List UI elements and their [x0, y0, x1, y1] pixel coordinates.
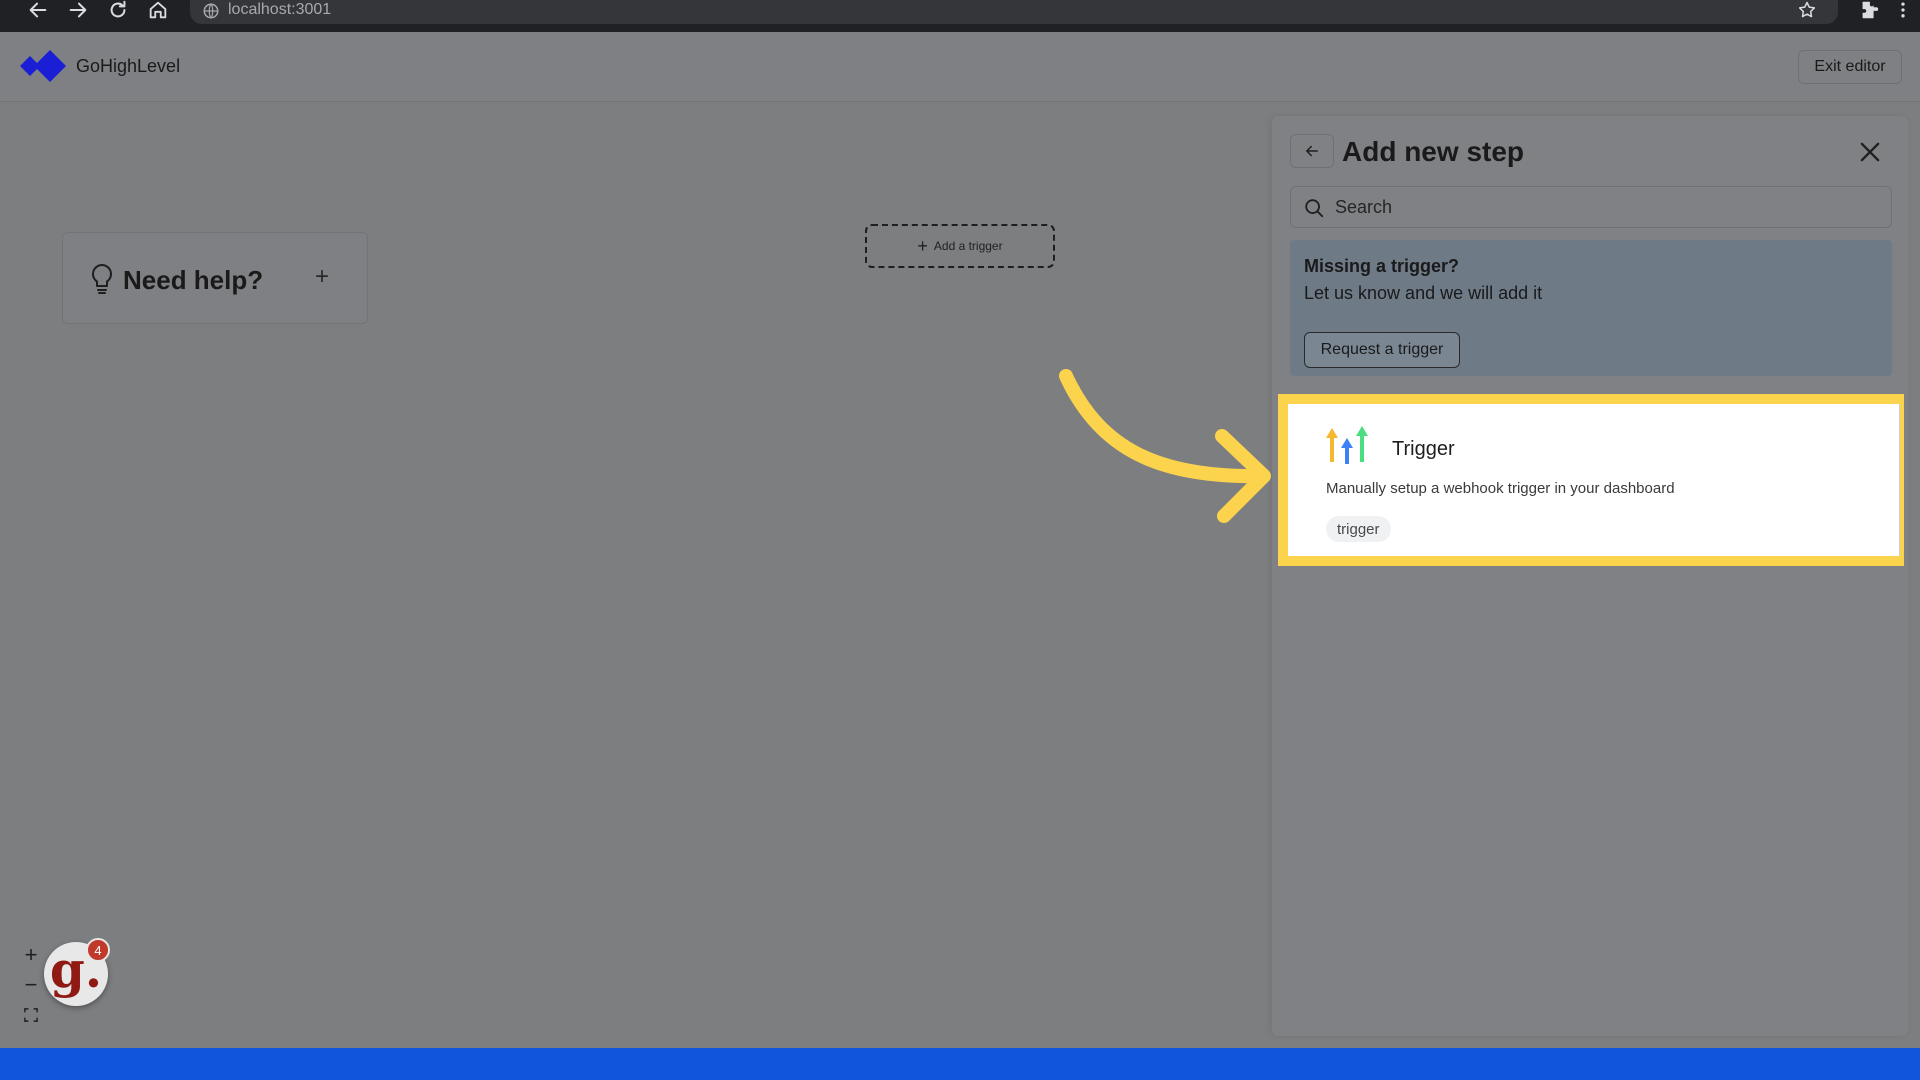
need-help-title: Need help? [123, 265, 264, 295]
browser-menu-icon[interactable] [1890, 0, 1916, 20]
brand-name: GoHighLevel [76, 56, 181, 76]
add-trigger-button[interactable]: + Add a trigger [865, 224, 1055, 268]
trigger-title: Trigger [1392, 438, 1455, 460]
gohighlevel-logo-icon [20, 50, 66, 82]
add-trigger-label: Add a trigger [933, 239, 1003, 253]
app-header: GoHighLevel Exit editor [0, 32, 1920, 102]
search-box [1290, 186, 1892, 228]
trigger-tag: trigger [1326, 516, 1391, 542]
trigger-option-card[interactable]: Trigger Manually setup a webhook trigger… [1278, 394, 1904, 566]
url-text: localhost:3001 [228, 1, 332, 18]
exit-editor-button[interactable]: Exit editor [1798, 50, 1902, 84]
extensions-icon[interactable] [1856, 0, 1882, 20]
search-icon [1305, 199, 1324, 218]
panel-back-button[interactable] [1290, 134, 1334, 168]
reload-icon[interactable] [102, 0, 134, 20]
fullscreen-icon [24, 1008, 38, 1022]
forward-icon[interactable] [62, 0, 94, 20]
home-icon[interactable] [142, 0, 174, 20]
bookmark-star-icon[interactable] [1794, 0, 1820, 20]
trigger-logo-icon [1326, 426, 1368, 464]
lightbulb-icon [91, 263, 113, 294]
close-icon[interactable] [1856, 138, 1884, 166]
expand-help-icon[interactable]: + [315, 263, 329, 291]
browser-toolbar: localhost:3001 [0, 0, 1920, 32]
bottom-taskbar [0, 1048, 1920, 1080]
zoom-controls: + − [16, 940, 46, 1034]
panel-title: Add new step [1342, 136, 1525, 167]
trigger-card-body: Trigger Manually setup a webhook trigger… [1288, 404, 1900, 556]
notification-badge: 4 [86, 938, 110, 962]
request-trigger-button[interactable]: Request a trigger [1304, 332, 1460, 368]
globe-icon [203, 3, 219, 19]
zoom-in-button[interactable]: + [16, 940, 46, 970]
missing-trigger-notice: Missing a trigger? Let us know and we wi… [1290, 240, 1892, 376]
search-input[interactable] [1335, 187, 1885, 227]
back-icon[interactable] [22, 0, 54, 20]
plus-icon: + [917, 236, 928, 256]
arrow-left-icon [1306, 145, 1318, 157]
address-bar[interactable]: localhost:3001 [190, 0, 1838, 24]
trigger-description: Manually setup a webhook trigger in your… [1326, 480, 1675, 497]
fit-view-button[interactable] [16, 1000, 46, 1030]
zoom-out-button[interactable]: − [16, 970, 46, 1000]
need-help-card[interactable]: Need help? + [62, 232, 368, 324]
annotation-arrow-icon [1059, 369, 1271, 523]
missing-trigger-text: Let us know and we will add it [1304, 283, 1543, 303]
add-step-panel: Add new step Missing a trigger? Let us k… [1272, 116, 1908, 1036]
missing-trigger-title: Missing a trigger? [1304, 256, 1460, 276]
assistant-widget[interactable]: g. 4 [44, 938, 110, 1006]
